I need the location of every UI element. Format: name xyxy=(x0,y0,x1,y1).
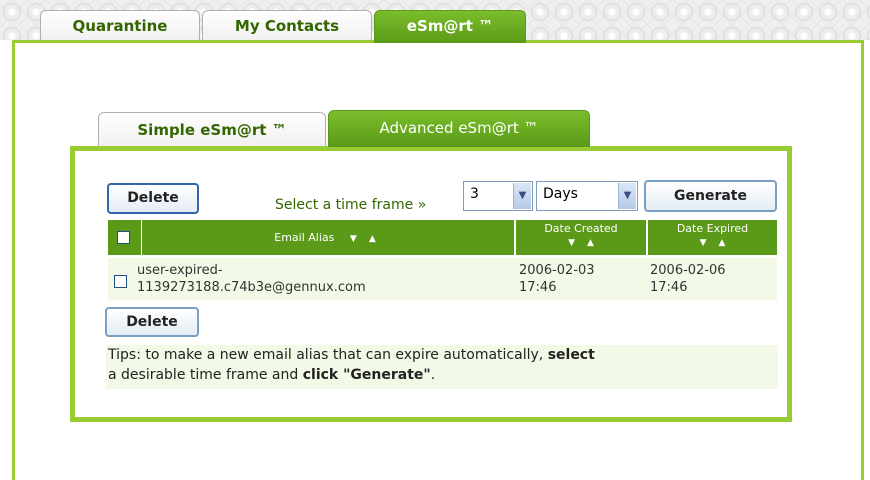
chevron-down-icon: ▼ xyxy=(513,183,531,209)
tips-part2: a desirable time frame and xyxy=(108,367,303,383)
date-created-cell: 2006-02-03 17:46 xyxy=(519,262,595,296)
tips-part3: . xyxy=(430,367,436,383)
tips-text: Tips: to make a new email alias that can… xyxy=(106,345,778,389)
date-expired-cell: 2006-02-06 17:46 xyxy=(650,262,726,296)
sort-asc-icon[interactable]: ▲ xyxy=(587,238,594,248)
tab-simple-esmart[interactable]: Simple eSm@rt ™ xyxy=(98,112,326,146)
time-frame-label: Select a time frame » xyxy=(275,197,427,213)
row-checkbox[interactable] xyxy=(114,275,127,288)
email-alias-line1: user-expired- xyxy=(137,263,223,278)
sort-desc-icon[interactable]: ▼ xyxy=(350,234,357,244)
sort-asc-icon[interactable]: ▲ xyxy=(369,234,376,244)
column-header-email-alias: Email Alias ▼ ▲ xyxy=(142,220,514,255)
select-all-checkbox[interactable] xyxy=(117,231,130,244)
time-unit-select[interactable]: Days ▼ xyxy=(536,181,638,211)
header-date-created-label: Date Created xyxy=(544,222,618,235)
email-alias-cell: user-expired- 1139273188.c74b3e@gennux.c… xyxy=(137,262,366,296)
date-created-date: 2006-02-03 xyxy=(519,263,595,278)
header-date-expired-label: Date Expired xyxy=(676,222,749,235)
tips-bold-generate: click "Generate" xyxy=(302,367,431,383)
tips-bold-select: select xyxy=(547,347,595,363)
column-header-date-expired: Date Expired ▼ ▲ xyxy=(648,220,777,255)
delete-button-bottom[interactable]: Delete xyxy=(105,307,199,337)
generate-button[interactable]: Generate xyxy=(644,180,777,212)
delete-button-top[interactable]: Delete xyxy=(107,183,199,214)
tab-my-contacts[interactable]: My Contacts xyxy=(202,10,372,40)
sort-desc-icon[interactable]: ▼ xyxy=(700,238,707,248)
chevron-down-icon: ▼ xyxy=(618,183,636,209)
header-email-alias-label: Email Alias xyxy=(274,231,335,244)
tab-advanced-esmart[interactable]: Advanced eSm@rt ™ xyxy=(328,110,590,147)
sort-asc-icon[interactable]: ▲ xyxy=(719,238,726,248)
tab-esmart[interactable]: eSm@rt ™ xyxy=(374,10,526,43)
time-value-select[interactable]: 3 ▼ xyxy=(463,181,533,211)
column-header-date-created: Date Created ▼ ▲ xyxy=(516,220,646,255)
tips-part1: Tips: to make a new email alias that can… xyxy=(108,347,548,363)
tab-quarantine[interactable]: Quarantine xyxy=(40,10,200,40)
date-expired-time: 17:46 xyxy=(650,280,688,295)
date-expired-date: 2006-02-06 xyxy=(650,263,726,278)
email-alias-line2: 1139273188.c74b3e@gennux.com xyxy=(137,280,366,295)
time-unit: Days xyxy=(543,186,578,202)
date-created-time: 17:46 xyxy=(519,280,557,295)
sort-desc-icon[interactable]: ▼ xyxy=(568,238,575,248)
time-value: 3 xyxy=(470,186,479,202)
